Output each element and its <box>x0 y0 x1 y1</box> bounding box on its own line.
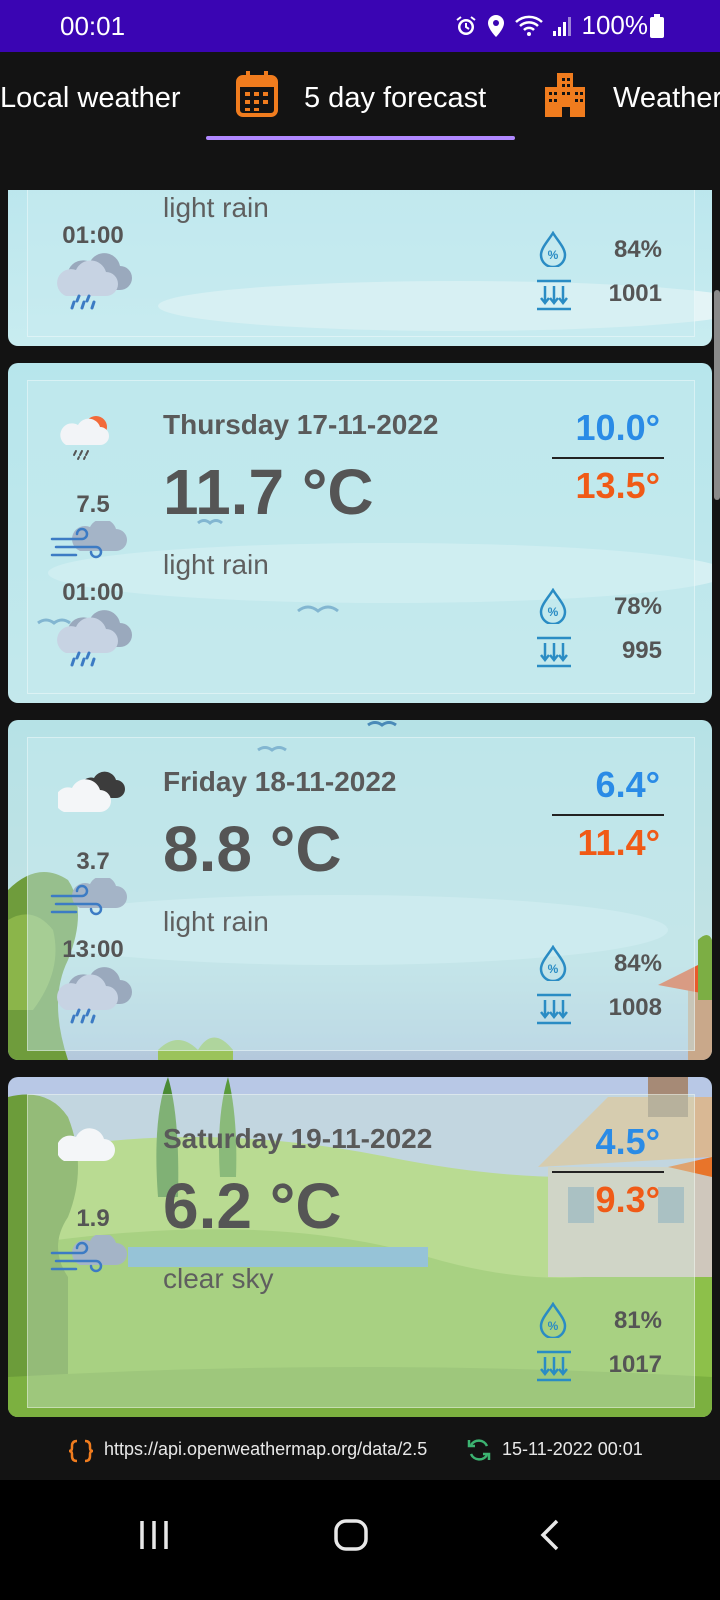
tab-indicator <box>206 136 515 140</box>
location-icon <box>486 14 506 38</box>
min-temperature: 10.0° <box>575 407 660 448</box>
pressure-value: 995 <box>621 637 662 664</box>
forecast-hour: 01:00 <box>62 579 124 606</box>
min-temperature: 4.5° <box>595 1121 660 1162</box>
humidity-value: 78% <box>613 593 662 620</box>
back-icon[interactable] <box>538 1518 562 1557</box>
footer: https://api.openweathermap.org/data/2.5 … <box>0 1428 720 1480</box>
rain-cloud-icon <box>54 252 134 317</box>
humidity-value: 84% <box>613 236 662 263</box>
humidity-icon: % <box>538 230 568 272</box>
temperature: 6.2 °C <box>163 1170 342 1242</box>
svg-text:%: % <box>548 605 559 619</box>
wind-speed: 7.5 <box>76 491 110 518</box>
svg-text:%: % <box>548 962 559 976</box>
scrollbar[interactable] <box>714 290 720 500</box>
weather-description: light rain <box>163 549 269 580</box>
max-temperature: 13.5° <box>575 465 660 506</box>
min-temperature: 6.4° <box>595 764 660 805</box>
humidity-value: 84% <box>613 950 662 977</box>
pressure-icon <box>535 992 573 1031</box>
temperature-divider <box>552 457 664 459</box>
battery-icon <box>650 14 664 38</box>
rain-cloud-icon <box>54 609 134 674</box>
wind-speed: 3.7 <box>76 848 110 875</box>
alarm-icon <box>454 14 478 38</box>
sync-icon[interactable] <box>466 1437 492 1468</box>
sun-cloud-rain-icon <box>58 411 116 466</box>
tab-bar: Local weather 5 day forecast Weather <box>0 52 720 144</box>
forecast-date: Friday 18-11-2022 <box>163 766 397 797</box>
wifi-icon <box>514 14 544 38</box>
max-temperature: 9.3° <box>595 1179 660 1220</box>
pressure-icon <box>535 1349 573 1388</box>
wind-icon <box>50 519 130 570</box>
home-icon[interactable] <box>333 1518 369 1557</box>
humidity-value: 81% <box>613 1307 662 1334</box>
pressure-value: 1017 <box>608 1351 662 1378</box>
status-bar: 00:01 100% <box>0 0 720 52</box>
forecast-card[interactable]: light rain 01:00 % 84% 1001 <box>8 190 712 346</box>
humidity-icon: % <box>538 587 568 629</box>
forecast-date: Thursday 17-11-2022 <box>163 409 439 440</box>
forecast-list[interactable]: light rain 01:00 % 84% 1001 7.5 01:00 Th… <box>0 190 720 1452</box>
dark-cloud-icon <box>55 768 128 821</box>
tab-local-weather[interactable]: Local weather <box>0 52 181 144</box>
battery-level: 100% <box>581 10 649 40</box>
svg-text:%: % <box>548 1319 559 1333</box>
humidity-icon: % <box>538 1301 568 1343</box>
pressure-icon <box>535 635 573 674</box>
rain-cloud-icon <box>54 966 134 1031</box>
tab-label: 5 day forecast <box>304 81 487 114</box>
api-url: https://api.openweathermap.org/data/2.5 <box>104 1439 428 1459</box>
temperature: 8.8 °C <box>163 813 342 885</box>
svg-text:%: % <box>548 248 559 262</box>
forecast-card[interactable]: 1.9 Saturday 19-11-2022 6.2 °C clear sky… <box>8 1077 712 1417</box>
last-update-time: 15-11-2022 00:01 <box>502 1439 643 1459</box>
wind-icon <box>50 1233 130 1284</box>
forecast-hour: 01:00 <box>62 222 124 249</box>
building-icon <box>543 71 587 125</box>
temperature: 11.7 °C <box>163 456 374 528</box>
pressure-value: 1008 <box>608 994 662 1021</box>
wind-speed: 1.9 <box>76 1205 110 1232</box>
max-temperature: 11.4° <box>577 822 660 863</box>
temperature-divider <box>552 814 664 816</box>
tab-label: Local weather <box>0 81 181 114</box>
temperature-divider <box>552 1171 664 1173</box>
forecast-hour: 13:00 <box>62 936 124 963</box>
humidity-icon: % <box>538 944 568 986</box>
wind-icon <box>50 876 130 927</box>
status-icons: 100% <box>454 10 649 41</box>
navigation-bar <box>0 1480 720 1600</box>
calendar-icon <box>236 71 278 125</box>
recent-apps-icon[interactable] <box>138 1518 172 1557</box>
pressure-icon <box>535 278 573 317</box>
signal-icon <box>552 15 574 37</box>
pressure-value: 1001 <box>608 280 662 307</box>
cloud-icon <box>56 1125 122 1170</box>
forecast-date: Saturday 19-11-2022 <box>163 1123 433 1154</box>
forecast-card[interactable]: 7.5 01:00 Thursday 17-11-2022 11.7 °C li… <box>8 363 712 703</box>
weather-description: light rain <box>163 192 269 223</box>
forecast-card[interactable]: 3.7 13:00 Friday 18-11-2022 8.8 °C light… <box>8 720 712 1060</box>
tab-weather[interactable]: Weather <box>543 52 720 144</box>
status-time: 00:01 <box>60 11 126 41</box>
braces-icon <box>68 1439 94 1468</box>
weather-description: light rain <box>163 906 269 937</box>
tab-label: Weather <box>613 81 720 114</box>
weather-description: clear sky <box>163 1263 274 1294</box>
tab-5-day-forecast[interactable]: 5 day forecast <box>236 52 486 144</box>
